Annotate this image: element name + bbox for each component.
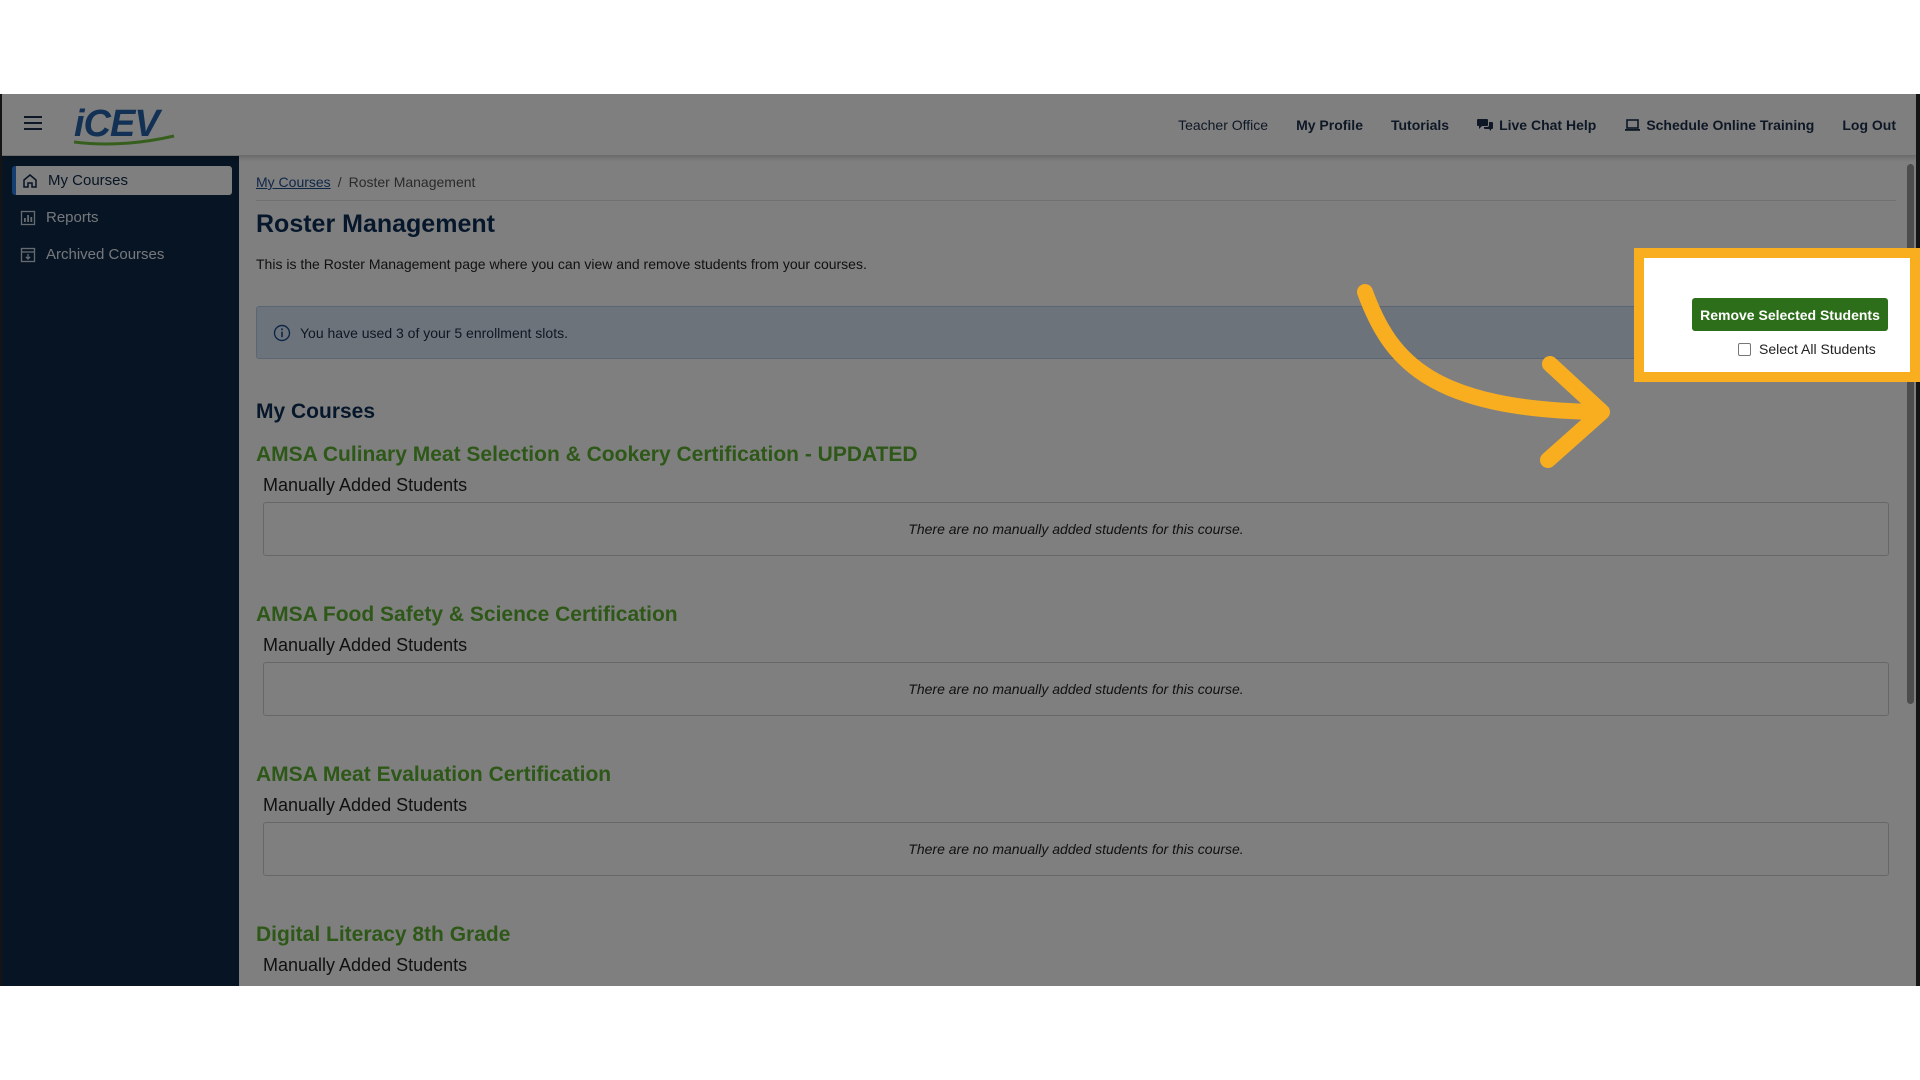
breadcrumb-link-my-courses[interactable]: My Courses [256,174,331,190]
breadcrumb: My Courses / Roster Management [256,174,475,190]
student-list: There are no manually added students for… [263,662,1889,716]
home-icon [23,173,37,188]
course-section: Digital Literacy 8th Grade Manually Adde… [256,920,1896,976]
chart-icon [20,210,36,225]
sidebar-item-my-courses[interactable]: My Courses [12,166,232,195]
app-window: iCEV Teacher Office My Profile Tutorials… [2,94,1916,986]
sidebar-item-reports[interactable]: Reports [12,203,232,232]
course-subheading: Manually Added Students [263,635,468,655]
nav-live-chat-help[interactable]: Live Chat Help [1477,117,1596,133]
select-all-students[interactable]: Select All Students [1738,341,1876,357]
remove-selected-students-button[interactable]: Remove Selected Students [1692,298,1888,331]
laptop-icon [1625,119,1641,131]
sidebar-item-label: Reports [46,209,99,226]
highlight-box: Remove Selected Students Select All Stud… [1634,248,1920,382]
breadcrumb-divider [256,200,1896,201]
sidebar-item-archived-courses[interactable]: Archived Courses [12,240,232,269]
course-title: AMSA Culinary Meat Selection & Cookery C… [256,443,918,466]
breadcrumb-current: Roster Management [348,174,476,190]
alert-text: You have used 3 of your 5 enrollment slo… [300,324,568,341]
empty-message: There are no manually added students for… [908,681,1244,697]
course-subheading: Manually Added Students [263,475,468,495]
info-icon [273,324,291,341]
nav-schedule-online-training[interactable]: Schedule Online Training [1624,117,1814,133]
student-list: There are no manually added students for… [263,822,1889,876]
course-section: AMSA Meat Evaluation Certification Manua… [256,760,1896,876]
callout-arrow-icon [1357,284,1610,468]
archive-icon [20,247,36,262]
course-section: AMSA Culinary Meat Selection & Cookery C… [256,440,1896,556]
course-title: AMSA Meat Evaluation Certification [256,763,612,786]
empty-message: There are no manually added students for… [908,841,1244,857]
nav-label: Log Out [1842,117,1896,133]
nav-tutorials[interactable]: Tutorials [1391,117,1449,133]
course-title: Digital Literacy 8th Grade [256,923,511,946]
course-section: AMSA Food Safety & Science Certification… [256,600,1896,716]
nav-label: Live Chat Help [1499,117,1597,133]
sidebar-item-label: My Courses [48,172,129,189]
page-description: This is the Roster Management page where… [256,256,867,272]
sidebar-item-label: Archived Courses [46,246,165,263]
top-nav: Teacher Office My Profile Tutorials Live… [1178,94,1896,156]
section-title: My Courses [256,400,376,423]
empty-message: There are no manually added students for… [908,521,1244,537]
screen-frame: iCEV Teacher Office My Profile Tutorials… [0,94,1920,986]
chat-icon [1477,119,1494,131]
top-header: iCEV Teacher Office My Profile Tutorials… [2,94,1916,156]
nav-label: Schedule Online Training [1646,117,1815,133]
select-all-checkbox[interactable] [1738,342,1751,356]
icev-logo[interactable]: iCEV [72,104,176,146]
course-subheading: Manually Added Students [263,795,468,815]
scrollbar[interactable] [1907,164,1914,704]
select-all-label: Select All Students [1759,341,1876,357]
page-title: Roster Management [256,210,495,238]
nav-log-out[interactable]: Log Out [1842,117,1896,133]
logo-swoosh [73,134,175,146]
sidebar: My Courses Reports Archived Courses [2,156,239,986]
nav-label: Teacher Office [1178,117,1269,133]
menu-icon[interactable] [24,116,42,130]
nav-label: My Profile [1296,117,1363,133]
nav-teacher-office[interactable]: Teacher Office [1178,117,1268,133]
breadcrumb-separator: / [337,174,342,190]
course-subheading: Manually Added Students [263,955,468,975]
course-title: AMSA Food Safety & Science Certification [256,603,678,626]
nav-label: Tutorials [1390,117,1450,133]
student-list: There are no manually added students for… [263,502,1889,556]
nav-my-profile[interactable]: My Profile [1296,117,1363,133]
